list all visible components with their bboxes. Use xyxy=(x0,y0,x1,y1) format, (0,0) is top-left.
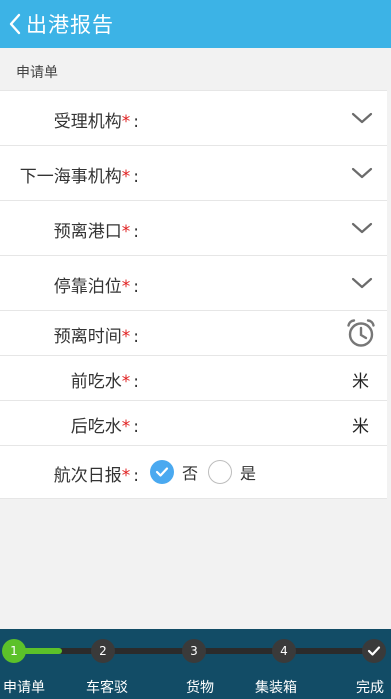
field-colon: : xyxy=(133,112,139,132)
field-aft-draft[interactable]: 后吃水*: 米 xyxy=(0,401,387,446)
field-label: 前吃水 xyxy=(70,372,122,392)
required-mark: * xyxy=(121,112,131,132)
field-colon: : xyxy=(133,277,139,297)
chevron-down-icon[interactable] xyxy=(351,111,373,125)
step-2-circle[interactable]: 2 xyxy=(91,639,115,663)
check-icon xyxy=(155,467,169,477)
field-colon: : xyxy=(133,417,139,437)
daily-report-radio-group: 否 是 xyxy=(150,460,266,484)
section-label: 申请单 xyxy=(16,65,58,81)
field-departure-port[interactable]: 预离港口*: xyxy=(0,201,387,256)
field-label: 后吃水 xyxy=(70,417,122,437)
step-3-circle[interactable]: 3 xyxy=(182,639,206,663)
field-label: 预离时间 xyxy=(53,327,122,347)
field-label: 航次日报 xyxy=(53,466,122,486)
step-5-circle[interactable] xyxy=(362,639,386,663)
field-label: 下一海事机构 xyxy=(19,167,122,187)
required-mark: * xyxy=(121,466,131,486)
chevron-down-icon[interactable] xyxy=(351,166,373,180)
check-icon xyxy=(367,646,381,656)
radio-yes[interactable] xyxy=(208,460,233,484)
field-colon: : xyxy=(133,222,139,242)
step-1-label[interactable]: 申请单 xyxy=(3,677,45,697)
step-2-label[interactable]: 车客驳 xyxy=(86,677,128,697)
field-label: 预离港口 xyxy=(53,222,122,242)
field-colon: : xyxy=(133,327,139,347)
radio-no-label[interactable]: 否 xyxy=(182,460,198,484)
field-voyage-daily-report: 航次日报*: 否 是 xyxy=(0,446,387,499)
required-mark: * xyxy=(121,327,131,347)
field-berth[interactable]: 停靠泊位*: xyxy=(0,256,387,311)
required-mark: * xyxy=(121,417,131,437)
alarm-clock-icon[interactable] xyxy=(345,317,377,349)
step-4-circle[interactable]: 4 xyxy=(272,639,296,663)
unit-label: 米 xyxy=(352,372,369,392)
field-accepting-agency[interactable]: 受理机构*: xyxy=(0,91,387,146)
required-mark: * xyxy=(121,277,131,297)
field-colon: : xyxy=(133,466,139,486)
required-mark: * xyxy=(121,222,131,242)
field-departure-time[interactable]: 预离时间*: xyxy=(0,311,387,356)
field-colon: : xyxy=(133,372,139,392)
field-fore-draft[interactable]: 前吃水*: 米 xyxy=(0,356,387,401)
progress-footer: 1 2 3 4 申请单 车客驳 货物 集装箱 完成 xyxy=(0,629,391,699)
field-next-maritime-agency[interactable]: 下一海事机构*: xyxy=(0,146,387,201)
step-4-label[interactable]: 集装箱 xyxy=(255,677,297,697)
application-form: 受理机构*: 下一海事机构*: 预离港口*: 停靠泊位*: 预离时间*: 前吃水… xyxy=(0,90,387,499)
required-mark: * xyxy=(121,372,131,392)
step-1-circle[interactable]: 1 xyxy=(2,639,26,663)
step-5-label[interactable]: 完成 xyxy=(356,677,384,697)
app-header: 出港报告 xyxy=(0,0,391,48)
field-colon: : xyxy=(133,167,139,187)
page-title: 出港报告 xyxy=(26,13,114,37)
field-label: 停靠泊位 xyxy=(53,277,122,297)
field-label: 受理机构 xyxy=(53,112,122,132)
back-button[interactable] xyxy=(0,0,22,48)
required-mark: * xyxy=(121,167,131,187)
chevron-down-icon[interactable] xyxy=(351,276,373,290)
radio-yes-label[interactable]: 是 xyxy=(240,460,256,484)
unit-label: 米 xyxy=(352,417,369,437)
chevron-left-icon xyxy=(9,13,21,35)
step-3-label[interactable]: 货物 xyxy=(186,677,214,697)
chevron-down-icon[interactable] xyxy=(351,221,373,235)
radio-no[interactable] xyxy=(150,460,174,484)
